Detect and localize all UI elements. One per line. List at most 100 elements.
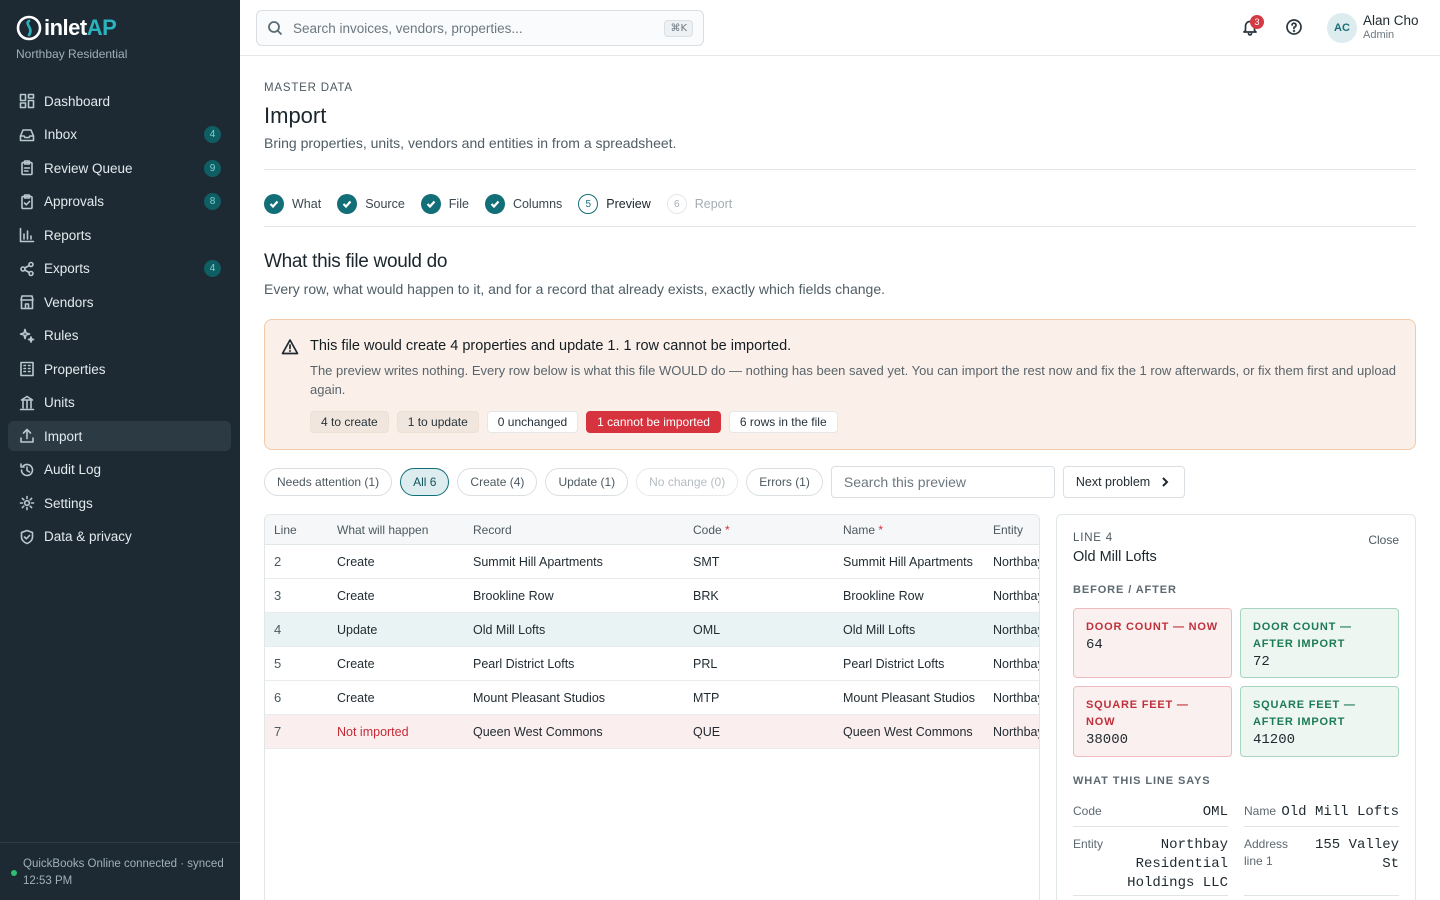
global-search[interactable]: ⌘K	[256, 10, 704, 46]
next-problem-button[interactable]: Next problem	[1062, 466, 1186, 498]
preview-filters: Needs attention (1) All 6 Create (4) Upd…	[264, 466, 1186, 498]
divider	[264, 169, 1416, 170]
cell-action: Create	[337, 657, 375, 671]
sidebar: inletAP Northbay Residential Dashboard I…	[0, 0, 240, 900]
notification-count-badge: 3	[1250, 15, 1264, 29]
step-file[interactable]: File	[420, 194, 469, 214]
table-row[interactable]: 5 Create Pearl District Lofts PRL Pearl …	[265, 647, 1039, 681]
column-header-line[interactable]: Line	[274, 523, 297, 537]
cell-line: 7	[274, 724, 282, 739]
sidebar-item-label: Approvals	[44, 194, 105, 209]
required-marker: *	[725, 523, 730, 537]
step-source[interactable]: Source	[337, 194, 405, 214]
table-row[interactable]: 2 Create Summit Hill Apartments SMT Summ…	[265, 545, 1039, 579]
sidebar-item-settings[interactable]: Settings	[8, 488, 231, 518]
sidebar-item-properties[interactable]: Properties	[8, 354, 231, 384]
import-stepper: What Source File Columns 5 Preview 6 Rep…	[264, 193, 748, 215]
cell-record: Mount Pleasant Studios	[473, 691, 606, 705]
table-row-selected[interactable]: 4 Update Old Mill Lofts OML Old Mill Lof…	[265, 613, 1039, 647]
table-row-error[interactable]: 7 Not imported Queen West Commons QUE Qu…	[265, 715, 1039, 749]
cell-line: 4	[274, 622, 282, 637]
filter-update[interactable]: Update (1)	[545, 468, 629, 496]
door-count-after: DOOR COUNT — AFTER IMPORT 72	[1240, 608, 1399, 678]
store-icon	[18, 294, 35, 311]
check-icon	[420, 194, 441, 214]
cell-entity: Northbay	[993, 555, 1040, 569]
page-title: Import	[264, 103, 327, 128]
count-badge: 4	[204, 260, 221, 277]
sidebar-item-vendors[interactable]: Vendors	[8, 287, 231, 317]
filter-all[interactable]: All 6	[400, 468, 450, 496]
sync-status-dot	[11, 870, 17, 876]
help-button[interactable]	[1285, 18, 1305, 38]
sidebar-item-units[interactable]: Units	[8, 388, 231, 418]
avatar[interactable]: AC	[1327, 13, 1357, 43]
column-header-entity[interactable]: Entity	[993, 523, 1023, 537]
step-label: Report	[694, 197, 733, 211]
chevron-right-icon	[1162, 477, 1169, 487]
preview-table: Line What will happen Record Code * Name…	[264, 514, 1040, 900]
sidebar-item-rules[interactable]: Rules	[8, 321, 231, 351]
cell-code: SMT	[693, 555, 720, 569]
field-value: Northbay Residential Holdings LLC	[1127, 837, 1228, 891]
sidebar-item-inbox[interactable]: Inbox 4	[8, 120, 231, 150]
sidebar-item-exports[interactable]: Exports 4	[8, 254, 231, 284]
check-icon	[264, 194, 284, 214]
cell-code: PRL	[693, 657, 718, 671]
sidebar-item-label: Properties	[44, 361, 106, 377]
column-header-action[interactable]: What will happen	[337, 523, 428, 537]
cell-action: Create	[337, 589, 375, 603]
cell-action: Create	[337, 691, 375, 705]
sidebar-item-import[interactable]: Import	[8, 421, 231, 451]
sidebar-item-data-privacy[interactable]: Data & privacy	[8, 522, 231, 552]
cell-record: Summit Hill Apartments	[473, 555, 603, 569]
filter-errors[interactable]: Errors (1)	[746, 468, 823, 496]
cell-entity: Northbay	[993, 691, 1040, 705]
breadcrumb: MASTER DATA	[264, 82, 353, 94]
sidebar-item-label: Rules	[44, 328, 79, 343]
step-preview[interactable]: 5 Preview	[578, 194, 651, 214]
field-key: Address line 1	[1244, 837, 1289, 868]
dashboard-icon	[18, 93, 35, 110]
table-row[interactable]: 6 Create Mount Pleasant Studios MTP Moun…	[265, 681, 1039, 715]
sidebar-item-audit-log[interactable]: Audit Log	[8, 455, 231, 485]
cell-name: Summit Hill Apartments	[843, 555, 973, 569]
step-label: Columns	[512, 197, 563, 211]
step-label: Preview	[606, 197, 651, 211]
field-code: Code OML	[1073, 803, 1228, 827]
column-header-record[interactable]: Record	[473, 523, 512, 537]
close-button[interactable]: Close	[1368, 533, 1399, 547]
column-header-code[interactable]: Code *	[693, 523, 730, 537]
column-header-name[interactable]: Name *	[843, 523, 883, 537]
cell-name: Old Mill Lofts	[843, 623, 916, 637]
sidebar-item-approvals[interactable]: Approvals 8	[8, 187, 231, 217]
preview-search-input[interactable]	[830, 466, 1055, 498]
filter-needs-attention[interactable]: Needs attention (1)	[264, 468, 393, 496]
cell-action: Create	[337, 555, 375, 569]
field-value: 155 Valley St	[1314, 837, 1399, 872]
step-columns[interactable]: Columns	[484, 194, 563, 214]
chip-unchanged: 0 unchanged	[486, 411, 579, 433]
notifications-button[interactable]: 3	[1241, 15, 1264, 38]
gear-icon	[18, 495, 35, 512]
field-key: DOOR COUNT — NOW	[1086, 621, 1218, 633]
user-name[interactable]: Alan Cho	[1363, 13, 1419, 28]
cell-record: Queen West Commons	[473, 725, 603, 739]
brand-name-part1: inlet	[44, 15, 87, 40]
field-entity: Entity Northbay Residential Holdings LLC	[1073, 836, 1228, 896]
alert-text: The preview writes nothing. Every row be…	[310, 363, 1397, 397]
sidebar-item-dashboard[interactable]: Dashboard	[8, 86, 231, 116]
cell-action: Update	[337, 623, 378, 637]
sidebar-item-reports[interactable]: Reports	[8, 220, 231, 250]
sidebar-item-review-queue[interactable]: Review Queue 9	[8, 153, 231, 183]
sidebar-item-label: Inbox	[44, 127, 78, 142]
filter-create[interactable]: Create (4)	[457, 468, 538, 496]
field-key: Entity	[1073, 837, 1104, 851]
search-input[interactable]	[293, 20, 665, 36]
cell-entity: Northbay	[993, 623, 1040, 637]
table-row[interactable]: 3 Create Brookline Row BRK Brookline Row…	[265, 579, 1039, 613]
field-key: Name	[1244, 804, 1277, 818]
brand-logo[interactable]: inletAP	[16, 14, 117, 42]
step-what[interactable]: What	[264, 194, 321, 214]
field-value: 38000	[1086, 732, 1129, 748]
